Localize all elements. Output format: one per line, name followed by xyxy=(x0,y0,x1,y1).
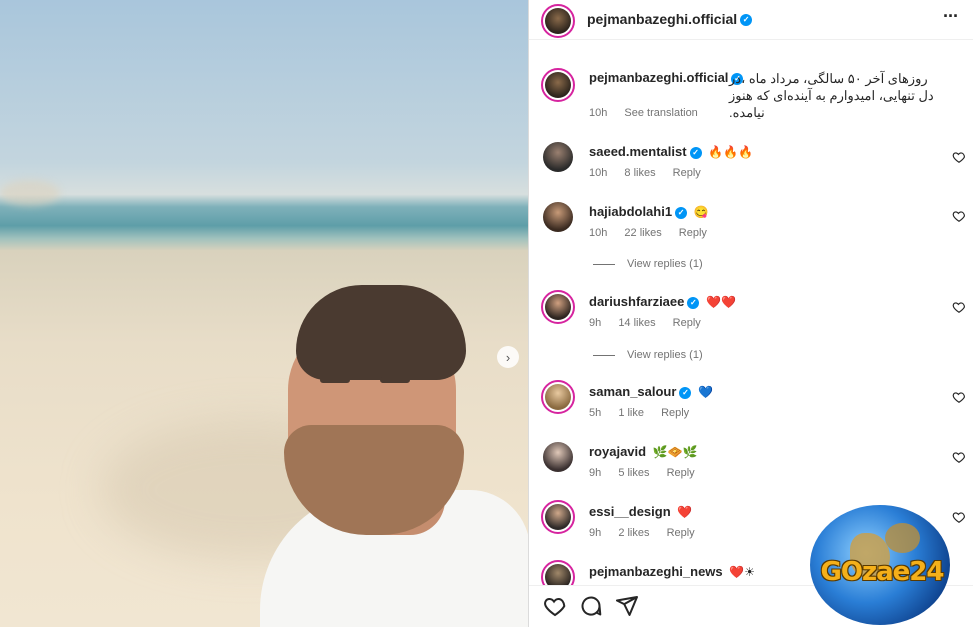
comment-text: ❤️☀ xyxy=(729,565,755,579)
caption-username-text[interactable]: pejmanbazeghi.official xyxy=(589,70,728,85)
more-options-icon[interactable]: ··· xyxy=(943,6,959,27)
comment-username[interactable]: saman_salour ✓ 💙 xyxy=(589,384,713,399)
reply-button[interactable]: Reply xyxy=(679,227,707,239)
author-avatar[interactable] xyxy=(541,4,575,38)
comment-icon[interactable] xyxy=(579,594,603,618)
caption-row: pejmanbazeghi.official ✓ روزهای آخر ۵۰ سا… xyxy=(529,64,973,124)
comment-time: 9h xyxy=(589,317,602,329)
verified-icon: ✓ xyxy=(740,14,753,27)
caption-time: 10h xyxy=(589,107,608,119)
comment-text: 💙 xyxy=(698,385,714,399)
view-replies-button[interactable]: View replies (1) xyxy=(593,258,703,270)
comment-row: hajiabdolahi1 ✓ 😋 10h 22 likes Reply View… xyxy=(529,200,973,280)
comment-likes[interactable]: 2 likes xyxy=(618,527,649,539)
comment-row: saeed.mentalist ✓ 🔥🔥🔥 10h 8 likes Reply xyxy=(529,140,973,190)
share-icon[interactable] xyxy=(615,594,639,618)
heart-icon[interactable] xyxy=(952,450,966,464)
comment-meta: 9h 14 likes Reply xyxy=(589,317,715,329)
verified-icon: ✓ xyxy=(675,206,688,219)
verified-icon: ✓ xyxy=(687,296,700,309)
comment-likes[interactable]: 22 likes xyxy=(624,227,661,239)
comment-text: ❤️ xyxy=(677,505,693,519)
comment-username[interactable]: pejmanbazeghi_news ❤️☀ xyxy=(589,564,755,579)
comment-text: 🌿🧇🌿 xyxy=(652,445,698,459)
comment-likes[interactable]: 8 likes xyxy=(624,167,655,179)
author-username-text[interactable]: pejmanbazeghi.official xyxy=(587,11,737,27)
view-replies-divider xyxy=(593,263,615,265)
view-replies-divider xyxy=(593,354,615,356)
comment-username-text[interactable]: saman_salour xyxy=(589,384,676,399)
chevron-right-icon[interactable]: › xyxy=(497,346,519,368)
comment-username-text[interactable]: dariushfarziaee xyxy=(589,294,684,309)
comment-username-text[interactable]: saeed.mentalist xyxy=(589,144,687,159)
comment-row: dariushfarziaee ✓ ❤️❤️ 9h 14 likes Reply … xyxy=(529,290,973,370)
commenter-avatar[interactable] xyxy=(543,202,573,232)
caption-username[interactable]: pejmanbazeghi.official ✓ xyxy=(589,70,744,85)
commenter-avatar[interactable] xyxy=(541,500,575,534)
comment-text: 🔥🔥🔥 xyxy=(708,145,753,159)
reply-button[interactable]: Reply xyxy=(661,407,689,419)
see-translation-link[interactable]: See translation xyxy=(624,107,697,119)
heart-icon[interactable] xyxy=(952,390,966,404)
comment-username[interactable]: hajiabdolahi1 ✓ 😋 xyxy=(589,204,709,219)
commenter-avatar[interactable] xyxy=(541,560,575,585)
comment-likes[interactable]: 14 likes xyxy=(618,317,655,329)
caption-text: روزهای آخر ۵۰ سالگی، مرداد ماه ،در دل تن… xyxy=(729,71,934,120)
commenter-avatar[interactable] xyxy=(543,142,573,172)
heart-icon[interactable] xyxy=(952,209,966,223)
reply-button[interactable]: Reply xyxy=(667,467,695,479)
comment-likes[interactable]: 1 like xyxy=(618,407,644,419)
post-header: pejmanbazeghi.official ✓ ··· xyxy=(529,0,973,40)
comment-row: saman_salour ✓ 💙 5h 1 like Reply xyxy=(529,380,973,430)
comments-list[interactable]: pejmanbazeghi.official ✓ روزهای آخر ۵۰ سا… xyxy=(529,40,973,585)
heart-icon[interactable] xyxy=(543,594,567,618)
photo-person xyxy=(240,285,528,627)
view-replies-label[interactable]: View replies (1) xyxy=(627,349,703,361)
comment-username[interactable]: dariushfarziaee ✓ ❤️❤️ xyxy=(589,294,736,309)
comment-username[interactable]: essi__design ❤️ xyxy=(589,504,692,519)
commenter-avatar[interactable] xyxy=(543,442,573,472)
view-replies-label[interactable]: View replies (1) xyxy=(627,258,703,270)
watermark-logo: GOzae24 xyxy=(798,505,966,625)
watermark-text: GOzae24 xyxy=(820,557,945,587)
comment-meta: 10h 8 likes Reply xyxy=(589,167,715,179)
heart-icon[interactable] xyxy=(952,150,966,164)
comment-username-text[interactable]: royajavid xyxy=(589,444,646,459)
comment-text: 😋 xyxy=(693,205,709,219)
commenter-avatar[interactable] xyxy=(541,290,575,324)
comment-username-text[interactable]: essi__design xyxy=(589,504,671,519)
author-avatar[interactable] xyxy=(541,68,575,102)
reply-button[interactable]: Reply xyxy=(673,167,701,179)
post-photo[interactable]: › xyxy=(0,0,528,627)
comment-time: 5h xyxy=(589,407,602,419)
author-username[interactable]: pejmanbazeghi.official ✓ xyxy=(587,11,753,27)
comment-time: 10h xyxy=(589,167,608,179)
comment-time: 10h xyxy=(589,227,608,239)
verified-icon: ✓ xyxy=(679,386,692,399)
comment-time: 9h xyxy=(589,527,602,539)
photo-horizon xyxy=(0,180,60,206)
reply-button[interactable]: Reply xyxy=(667,527,695,539)
comment-row: royajavid 🌿🧇🌿 9h 5 likes Reply xyxy=(529,440,973,490)
comment-username[interactable]: royajavid 🌿🧇🌿 xyxy=(589,444,698,459)
heart-icon[interactable] xyxy=(952,300,966,314)
comment-username[interactable]: saeed.mentalist ✓ 🔥🔥🔥 xyxy=(589,144,753,159)
comment-username-text[interactable]: hajiabdolahi1 xyxy=(589,204,672,219)
comment-meta: 5h 1 like Reply xyxy=(589,407,703,419)
verified-icon: ✓ xyxy=(689,146,702,159)
comment-meta: 10h 22 likes Reply xyxy=(589,227,721,239)
comment-meta: 9h 5 likes Reply xyxy=(589,467,709,479)
view-replies-button[interactable]: View replies (1) xyxy=(593,349,703,361)
reply-button[interactable]: Reply xyxy=(673,317,701,329)
commenter-avatar[interactable] xyxy=(541,380,575,414)
caption-meta: 10h See translation xyxy=(589,107,712,119)
comment-likes[interactable]: 5 likes xyxy=(618,467,649,479)
comment-text: ❤️❤️ xyxy=(706,295,736,309)
comment-username-text[interactable]: pejmanbazeghi_news xyxy=(589,564,723,579)
comment-time: 9h xyxy=(589,467,602,479)
comment-meta: 9h 2 likes Reply xyxy=(589,527,709,539)
